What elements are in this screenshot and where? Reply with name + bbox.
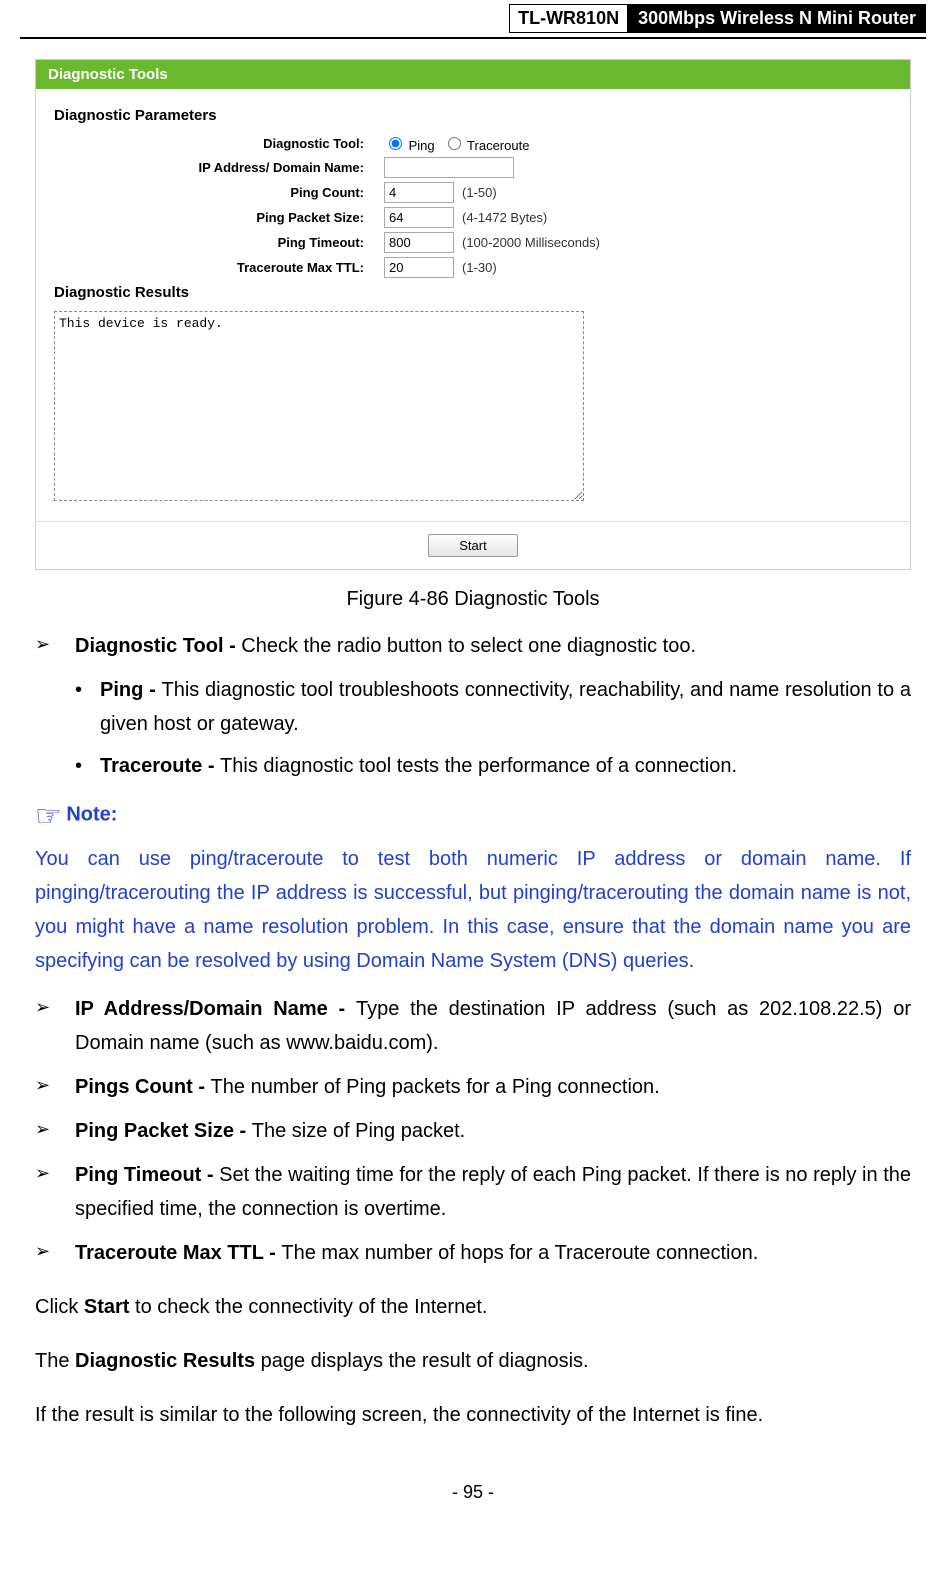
page-header: TL-WR810N 300Mbps Wireless N Mini Router [20,0,926,39]
radio-traceroute-wrapper[interactable]: Traceroute [443,134,530,153]
radio-traceroute-label: Traceroute [467,138,529,153]
pointing-hand-icon: ☞ [35,799,62,834]
bullet-arrow-icon: ➢ [35,1236,75,1270]
hint-ttl: (1-30) [462,260,497,275]
para1-post: to check the connectivity of the Interne… [129,1296,487,1318]
input-count[interactable] [384,182,454,203]
bold-count: Pings Count - [75,1076,211,1098]
text-trace: This diagnostic tool tests the performan… [220,755,737,777]
panel-title: Diagnostic Tools [36,60,910,91]
para2-bold: Diagnostic Results [75,1350,255,1372]
para-click-start: Click Start to check the connectivity of… [35,1290,911,1324]
label-size: Ping Packet Size: [54,210,384,225]
bullet-dot-icon: • [75,749,100,783]
bullet-traceroute: • Traceroute - This diagnostic tool test… [75,749,911,783]
diagnostic-panel: Diagnostic Tools Diagnostic Parameters D… [35,59,911,570]
radio-ping-wrapper[interactable]: Ping [384,134,435,153]
note-label: Note: [66,804,117,826]
note-header: ☞ Note: [35,799,911,834]
input-timeout[interactable] [384,232,454,253]
model-number: TL-WR810N [509,4,628,33]
bullet-max-ttl: ➢ Traceroute Max TTL - The max number of… [35,1236,911,1270]
page-number: - 95 - [0,1462,946,1523]
bullet-arrow-icon: ➢ [35,1114,75,1148]
label-count: Ping Count: [54,185,384,200]
row-ip: IP Address/ Domain Name: [54,157,892,178]
bullet-ping-timeout: ➢ Ping Timeout - Set the waiting time fo… [35,1158,911,1226]
bold-ping: Ping - [100,679,162,701]
bullet-diag-tool: ➢ Diagnostic Tool - Check the radio butt… [35,629,911,663]
bold-ttl: Traceroute Max TTL - [75,1242,281,1264]
bold-trace: Traceroute - [100,755,220,777]
para-diag-results: The Diagnostic Results page displays the… [35,1344,911,1378]
product-name: 300Mbps Wireless N Mini Router [628,4,926,33]
figure-caption: Figure 4-86 Diagnostic Tools [35,588,911,611]
bullet-dot-icon: • [75,673,100,741]
hint-count: (1-50) [462,185,497,200]
label-diag-tool: Diagnostic Tool: [54,136,384,151]
hint-timeout: (100-2000 Milliseconds) [462,235,600,250]
text-ping: This diagnostic tool troubleshoots conne… [100,679,911,735]
row-timeout: Ping Timeout: (100-2000 Milliseconds) [54,232,892,253]
row-size: Ping Packet Size: (4-1472 Bytes) [54,207,892,228]
label-timeout: Ping Timeout: [54,235,384,250]
bold-diag-tool: Diagnostic Tool - [75,635,241,657]
input-ip[interactable] [384,157,514,178]
bullet-ping: • Ping - This diagnostic tool troublesho… [75,673,911,741]
bullet-pings-count: ➢ Pings Count - The number of Ping packe… [35,1070,911,1104]
text-diag-tool: Check the radio button to select one dia… [241,635,696,657]
bold-ip: IP Address/Domain Name - [75,998,356,1020]
page-content: Diagnostic Tools Diagnostic Parameters D… [0,39,946,1462]
radio-traceroute[interactable] [448,137,461,150]
hint-size: (4-1472 Bytes) [462,210,547,225]
bold-size: Ping Packet Size - [75,1120,252,1142]
bullet-packet-size: ➢ Ping Packet Size - The size of Ping pa… [35,1114,911,1148]
label-ttl: Traceroute Max TTL: [54,260,384,275]
radio-ping[interactable] [389,137,402,150]
bullet-arrow-icon: ➢ [35,992,75,1060]
bold-timeout: Ping Timeout - [75,1164,219,1186]
results-heading: Diagnostic Results [54,284,892,301]
row-diag-tool: Diagnostic Tool: Ping Traceroute [54,134,892,153]
input-ttl[interactable] [384,257,454,278]
results-box: This device is ready. [54,311,584,501]
row-count: Ping Count: (1-50) [54,182,892,203]
text-size: The size of Ping packet. [252,1120,465,1142]
para-result-similar: If the result is similar to the followin… [35,1398,911,1432]
bullet-arrow-icon: ➢ [35,1158,75,1226]
bullet-ip-addr: ➢ IP Address/Domain Name - Type the dest… [35,992,911,1060]
label-ip: IP Address/ Domain Name: [54,160,384,175]
para2-post: page displays the result of diagnosis. [255,1350,589,1372]
note-body: You can use ping/traceroute to test both… [35,842,911,978]
text-count: The number of Ping packets for a Ping co… [211,1076,660,1098]
row-ttl: Traceroute Max TTL: (1-30) [54,257,892,278]
bullet-arrow-icon: ➢ [35,629,75,663]
text-ttl: The max number of hops for a Traceroute … [281,1242,758,1264]
para1-pre: Click [35,1296,84,1318]
para2-pre: The [35,1350,75,1372]
bullet-arrow-icon: ➢ [35,1070,75,1104]
input-size[interactable] [384,207,454,228]
start-button[interactable]: Start [428,534,517,557]
params-heading: Diagnostic Parameters [54,107,892,124]
radio-ping-label: Ping [409,138,435,153]
para1-bold: Start [84,1296,130,1318]
